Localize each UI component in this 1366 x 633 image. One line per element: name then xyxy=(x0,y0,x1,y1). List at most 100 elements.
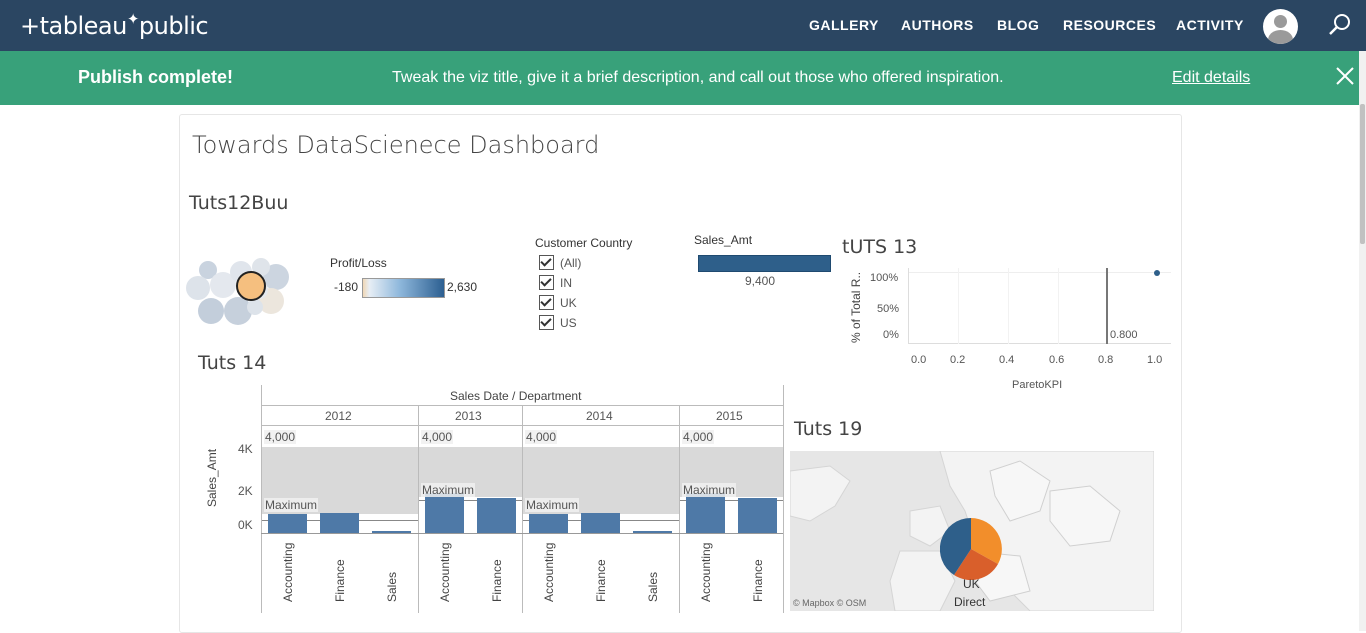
tuts14-category-label: Sales xyxy=(646,571,660,602)
pie-label-direct: Direct xyxy=(954,595,986,609)
tuts14-bar[interactable] xyxy=(425,493,464,533)
banner-message: Tweak the viz title, give it a brief des… xyxy=(392,69,1004,86)
filter-checkbox-all[interactable] xyxy=(539,255,554,270)
tuts14-band-top-label: 4,000 xyxy=(525,430,558,444)
tuts13-xtick: 0.8 xyxy=(1098,354,1114,366)
tuts14-y-label: Sales_Amt xyxy=(205,448,219,507)
tuts14-baseline xyxy=(261,533,783,534)
legend-max: 2,630 xyxy=(447,280,478,294)
sales-amt-bar[interactable] xyxy=(698,255,831,272)
filter-label-uk: UK xyxy=(560,296,577,310)
tuts14-category-label: Accounting xyxy=(438,542,452,602)
user-avatar-icon[interactable] xyxy=(1263,9,1298,44)
sales-amt-value: 9,400 xyxy=(745,274,776,288)
tuts14-max-label: Maximum xyxy=(264,498,319,512)
tuts14-max-label: Maximum xyxy=(421,483,476,497)
tuts13-xtick: 0.2 xyxy=(950,354,966,366)
tuts14-bar[interactable] xyxy=(268,514,307,533)
pie-chart[interactable] xyxy=(940,518,1002,580)
filter-label-all: (All) xyxy=(560,256,582,270)
tuts14-title: Tuts 14 xyxy=(198,352,267,374)
tuts14-band-top-label: 4,000 xyxy=(264,430,297,444)
tuts13-vgrid xyxy=(1008,268,1009,344)
tuts14-category-label: Finance xyxy=(333,559,347,602)
tuts14-bar[interactable] xyxy=(686,493,725,533)
tuts14-bar[interactable] xyxy=(320,513,359,533)
tuts13-vgrid xyxy=(1058,268,1059,344)
tuts14-band-top-label: 4,000 xyxy=(682,430,715,444)
tuts14-category-label: Accounting xyxy=(699,542,713,602)
tuts14-pane-divider xyxy=(679,405,680,613)
tuts12-title: Tuts12Buu xyxy=(189,192,289,214)
filter-label-in: IN xyxy=(560,276,572,290)
tuts14-year: 2012 xyxy=(325,409,352,423)
tuts13-xtick: 0.6 xyxy=(1049,354,1065,366)
tuts13-x-axis xyxy=(908,343,1171,344)
edit-details-link[interactable]: Edit details xyxy=(1172,69,1250,87)
search-icon[interactable] xyxy=(1328,13,1352,37)
tuts14-bar[interactable] xyxy=(581,513,620,533)
tuts19-title: Tuts 19 xyxy=(794,418,863,440)
tuts14-year: 2014 xyxy=(586,409,613,423)
close-icon[interactable] xyxy=(1334,65,1356,87)
map-attribution[interactable]: © Mapbox © OSM xyxy=(793,598,866,608)
filter-checkbox-us[interactable] xyxy=(539,315,554,330)
tuts13-ytick-100: 100% xyxy=(870,272,899,284)
tuts14-category-label: Accounting xyxy=(542,542,556,602)
tuts13-title: tUTS 13 xyxy=(842,236,918,258)
tuts14-bar[interactable] xyxy=(372,531,411,533)
nav-resources[interactable]: RESOURCES xyxy=(1063,17,1156,33)
tuts14-year-line xyxy=(261,425,783,426)
nav-gallery[interactable]: GALLERY xyxy=(809,17,879,33)
tuts14-bar[interactable] xyxy=(738,498,777,533)
scrollbar-thumb[interactable] xyxy=(1360,104,1365,244)
tuts13-xtick: 1.0 xyxy=(1147,354,1163,366)
tuts14-category-label: Sales xyxy=(385,571,399,602)
tuts14-category-label: Finance xyxy=(490,559,504,602)
tuts14-bar[interactable] xyxy=(633,531,672,533)
tuts14-spacer xyxy=(420,404,421,405)
tuts13-reference-line[interactable] xyxy=(1106,268,1108,344)
nav-authors[interactable]: AUTHORS xyxy=(901,17,974,33)
tuts14-year: 2013 xyxy=(455,409,482,423)
legend-min: -180 xyxy=(334,280,359,294)
nav-activity[interactable]: ACTIVITY xyxy=(1176,17,1244,33)
tuts13-xtick: 0.0 xyxy=(911,354,927,366)
nav-blog[interactable]: BLOG xyxy=(997,17,1039,33)
tuts14-ytick-0k: 0K xyxy=(238,518,253,532)
tuts14-pane-divider xyxy=(418,405,419,613)
dashboard-title: Towards DataScienece Dashboard xyxy=(192,131,600,159)
tuts14-header: Sales Date / Department xyxy=(450,389,582,403)
tuts13-y-label: % of Total R.. xyxy=(849,271,863,343)
tuts14-right-border xyxy=(783,385,784,613)
tuts13-vgrid xyxy=(958,268,959,344)
customer-country-filter-title: Customer Country xyxy=(535,236,633,250)
tuts13-gridline xyxy=(908,272,1171,273)
tuts14-max-label: Maximum xyxy=(682,483,737,497)
tuts14-band-top-label: 4,000 xyxy=(421,430,454,444)
top-nav: +tableau✦public GALLERY AUTHORS BLOG RES… xyxy=(0,0,1366,51)
tuts13-ytick-0: 0% xyxy=(883,329,899,341)
filter-checkbox-uk[interactable] xyxy=(539,295,554,310)
banner-title: Publish complete! xyxy=(78,67,234,87)
profit-loss-legend-title: Profit/Loss xyxy=(330,256,387,270)
tuts13-reference-value: 0.800 xyxy=(1110,329,1138,341)
tuts13-x-label: ParetoKPI xyxy=(1012,379,1063,391)
tuts13-data-point[interactable] xyxy=(1154,270,1160,276)
filter-checkbox-in[interactable] xyxy=(539,275,554,290)
bubble-chart[interactable] xyxy=(183,252,293,327)
profit-loss-color-ramp xyxy=(362,278,445,298)
tuts14-ytick-2k: 2K xyxy=(238,484,253,498)
europe-map[interactable]: UK Direct © Mapbox © OSM xyxy=(790,451,1154,611)
tableau-public-logo[interactable]: +tableau✦public xyxy=(20,10,209,40)
tuts14-year: 2015 xyxy=(716,409,743,423)
tuts14-bar[interactable] xyxy=(477,498,516,533)
tuts13-y-axis xyxy=(908,268,909,344)
tuts14-ytick-4k: 4K xyxy=(238,442,253,456)
tuts14-bar[interactable] xyxy=(529,514,568,533)
tuts13-ytick-50: 50% xyxy=(877,303,900,315)
publish-banner: Publish complete! Tweak the viz title, g… xyxy=(0,51,1359,105)
filter-label-us: US xyxy=(560,316,577,330)
tuts14-category-label: Finance xyxy=(751,559,765,602)
tuts14-header-line xyxy=(261,405,783,406)
